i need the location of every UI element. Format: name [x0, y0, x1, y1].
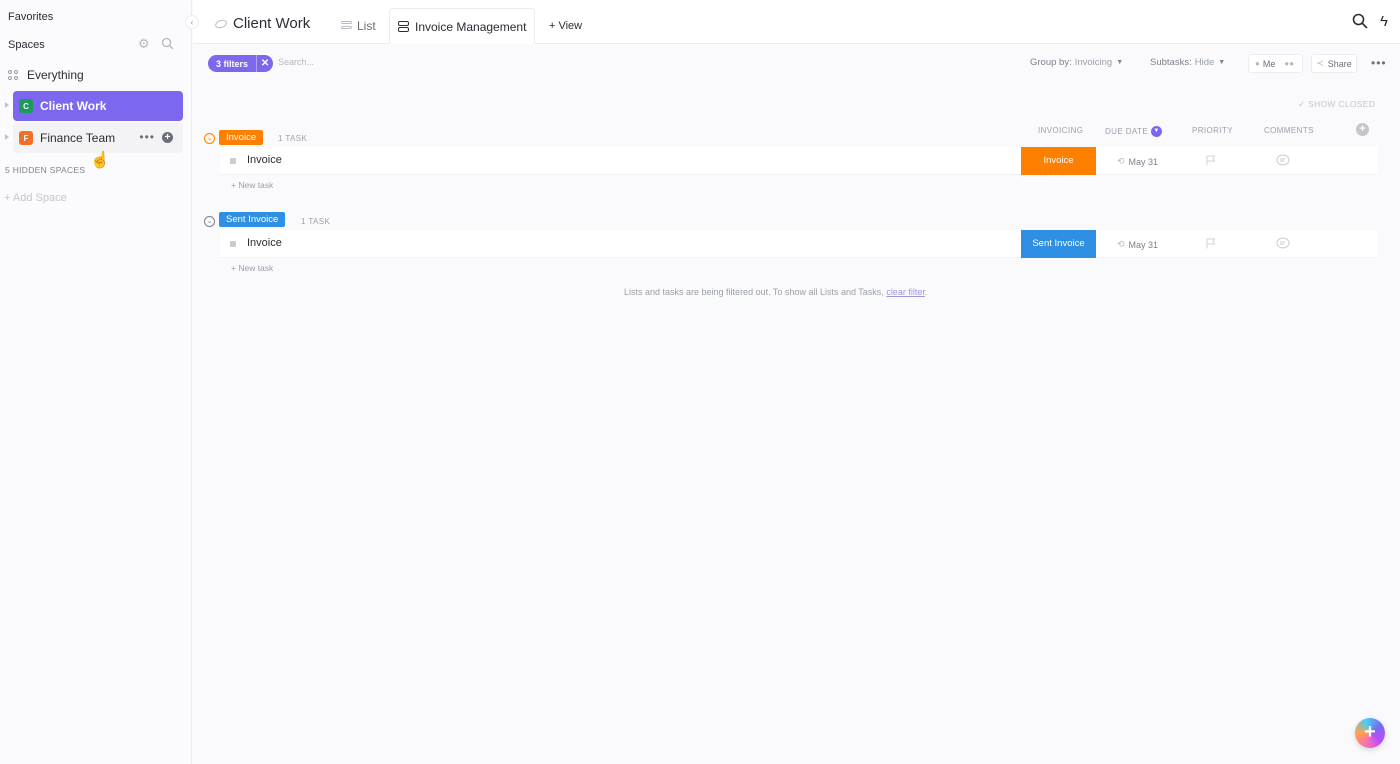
share-label: Share: [1327, 58, 1352, 69]
space-icon: [213, 17, 229, 30]
more-icon[interactable]: •••: [1371, 56, 1387, 70]
due-date-value: May 31: [1128, 239, 1159, 250]
sidebar-item-label: Finance Team: [40, 131, 116, 145]
new-task-button[interactable]: + New task: [231, 263, 273, 273]
plus-circle-icon[interactable]: +: [162, 132, 173, 143]
group-by-label: Group by:: [1030, 57, 1072, 68]
share-button[interactable]: ≺ Share: [1311, 54, 1357, 73]
invoicing-status-cell[interactable]: Sent Invoice: [1021, 230, 1096, 258]
clear-filter-link[interactable]: clear filter: [886, 287, 925, 297]
app-root: Favorites Spaces ⚙ Everything C Client W…: [0, 0, 1400, 764]
users-icon[interactable]: ●●: [1284, 59, 1294, 68]
collapse-group-icon[interactable]: ⌄: [204, 133, 215, 144]
column-header-priority[interactable]: PRIORITY: [1192, 126, 1233, 135]
more-icon[interactable]: •••: [139, 131, 155, 143]
due-date-cell[interactable]: ⟲ May 31: [1117, 156, 1158, 167]
group-status-badge[interactable]: Invoice: [219, 130, 264, 145]
filters-chip[interactable]: 3 filters ✕: [208, 55, 274, 72]
header: Client Work List Invoice Management + Vi…: [193, 0, 1400, 44]
subtasks-label: Subtasks:: [1150, 57, 1192, 68]
sidebar-item-label: Everything: [27, 68, 84, 82]
filter-message-suffix: .: [924, 287, 928, 297]
tab-label: Invoice Management: [415, 19, 527, 34]
invoicing-status-cell[interactable]: Invoice: [1021, 147, 1096, 175]
caret-right-icon[interactable]: [5, 134, 9, 140]
due-date-cell[interactable]: ⟲ May 31: [1117, 239, 1158, 250]
task-status-square-icon[interactable]: [230, 158, 236, 164]
me-filter-button[interactable]: ● Me ●●: [1248, 54, 1303, 73]
group-status-badge[interactable]: Sent Invoice: [219, 212, 286, 227]
sidebar-item-label: Client Work: [40, 99, 107, 113]
grid-icon: [8, 69, 19, 81]
show-closed-label: SHOW CLOSED: [1308, 99, 1376, 109]
comment-icon[interactable]: [1276, 154, 1290, 167]
sidebar: Favorites Spaces ⚙ Everything C Client W…: [0, 0, 192, 764]
user-icon: ●: [1255, 59, 1260, 68]
recurring-icon: ⟲: [1117, 239, 1125, 249]
task-name[interactable]: Invoice: [247, 154, 282, 166]
due-date-value: May 31: [1128, 156, 1159, 167]
filter-message-text: Lists and tasks are being filtered out. …: [624, 287, 887, 297]
flag-icon[interactable]: [1206, 238, 1216, 249]
gear-icon[interactable]: ⚙: [138, 37, 151, 50]
task-name[interactable]: Invoice: [247, 237, 282, 249]
create-new-button[interactable]: +: [1355, 718, 1385, 748]
spaces-label[interactable]: Spaces: [8, 39, 45, 51]
column-header-invoicing[interactable]: INVOICING: [1038, 126, 1083, 135]
add-view-button[interactable]: + View: [549, 8, 582, 44]
collapse-sidebar-icon[interactable]: ‹: [185, 15, 199, 29]
group-by-dropdown[interactable]: Group by: Invoicing ▼: [1030, 57, 1123, 68]
sidebar-space-finance-team[interactable]: F Finance Team ••• +: [5, 123, 183, 153]
page-title: Client Work: [213, 15, 311, 32]
column-header-due-date[interactable]: DUE DATE ▼: [1105, 126, 1163, 137]
tab-label: List: [357, 19, 376, 33]
sidebar-space-client-work[interactable]: C Client Work: [5, 91, 183, 121]
caret-down-icon: ▼: [1116, 59, 1124, 66]
task-row[interactable]: Invoice Invoice ⟲ May 31: [220, 147, 1377, 175]
sidebar-item-everything[interactable]: Everything: [8, 66, 84, 84]
caret-down-icon: ▼: [1218, 59, 1226, 66]
list-icon: [341, 20, 352, 32]
tab-list[interactable]: List: [341, 8, 376, 44]
group-task-count: 1 TASK: [301, 217, 331, 226]
column-label: DUE DATE: [1105, 127, 1149, 136]
column-header-comments[interactable]: COMMENTS: [1264, 126, 1314, 135]
filter-message: Lists and tasks are being filtered out. …: [624, 287, 927, 297]
me-label: Me: [1262, 58, 1276, 69]
hand-cursor-icon: ☝: [90, 152, 110, 169]
lightning-icon[interactable]: ϟ: [1380, 13, 1388, 30]
comment-icon[interactable]: [1276, 237, 1290, 250]
subtasks-value: Hide: [1194, 57, 1215, 68]
search-icon[interactable]: [161, 37, 174, 50]
page-title-text: Client Work: [233, 15, 311, 32]
space-avatar: F: [19, 131, 33, 145]
search-icon[interactable]: [1352, 13, 1368, 29]
space-avatar: C: [19, 99, 33, 113]
caret-right-icon[interactable]: [5, 102, 9, 108]
subtasks-dropdown[interactable]: Subtasks: Hide ▼: [1150, 57, 1225, 68]
add-column-icon[interactable]: +: [1356, 123, 1369, 136]
add-space-button[interactable]: + Add Space: [4, 192, 67, 204]
close-icon[interactable]: ✕: [256, 55, 273, 72]
group-by-value: Invoicing: [1074, 57, 1113, 68]
board-icon: [398, 20, 409, 33]
filters-label: 3 filters: [216, 58, 249, 69]
show-closed-toggle[interactable]: ✓ SHOW CLOSED: [1298, 99, 1375, 110]
collapse-group-icon[interactable]: ⌄: [204, 216, 215, 227]
task-row[interactable]: Invoice Sent Invoice ⟲ May 31: [220, 230, 1377, 258]
tab-invoice-management[interactable]: Invoice Management: [389, 8, 535, 44]
flag-icon[interactable]: [1206, 155, 1216, 166]
hidden-spaces-label[interactable]: 5 HIDDEN SPACES: [5, 165, 85, 175]
share-icon: ≺: [1316, 58, 1324, 68]
recurring-icon: ⟲: [1117, 156, 1125, 166]
favorites-label[interactable]: Favorites: [8, 11, 53, 23]
new-task-button[interactable]: + New task: [231, 180, 273, 190]
search-input[interactable]: [278, 57, 438, 67]
sort-down-icon[interactable]: ▼: [1151, 126, 1163, 137]
task-status-square-icon[interactable]: [230, 241, 236, 247]
group-task-count: 1 TASK: [278, 134, 308, 143]
